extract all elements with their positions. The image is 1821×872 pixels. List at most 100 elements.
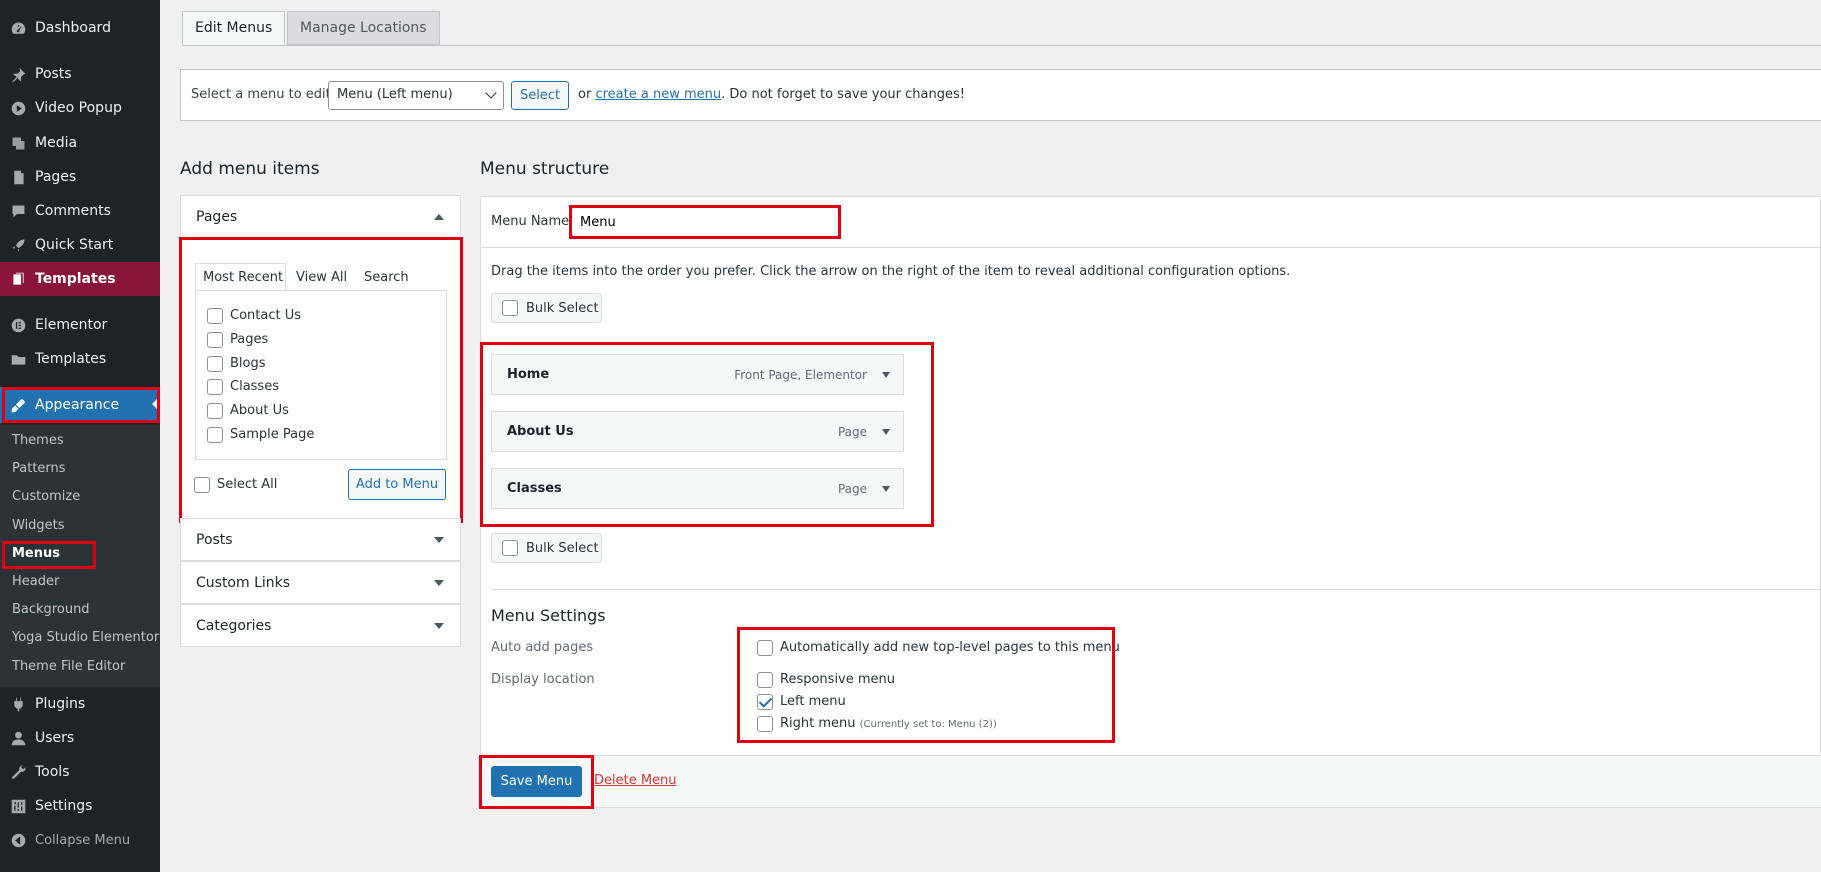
page-label: Contact Us (230, 308, 301, 323)
menu-select-dropdown[interactable]: Menu (Left menu) (328, 81, 504, 110)
sidebar-item-comments[interactable]: Comments (0, 194, 160, 228)
tab-view-all[interactable]: View All (296, 270, 347, 285)
tab-manage-locations[interactable]: Manage Locations (287, 11, 440, 45)
menu-item-home[interactable]: Home Front Page, Elementor (491, 354, 904, 395)
select-all-label: Select All (217, 477, 278, 492)
item-expand-arrow-icon[interactable] (882, 486, 890, 492)
posts-accordion-title: Posts (196, 531, 233, 548)
collapse-icon (9, 831, 27, 849)
sidebar-item-label: Appearance (35, 397, 120, 413)
submenu-item-yoga-studio-elementor[interactable]: Yoga Studio Elementor (12, 630, 159, 645)
page-checkbox-classes[interactable] (207, 379, 223, 395)
page-checkbox-about-us[interactable] (207, 403, 223, 419)
page-checkbox-contact-us[interactable] (207, 308, 223, 324)
sidebar-item-users[interactable]: Users (0, 721, 160, 755)
page-label: Classes (230, 379, 279, 394)
pin-icon (9, 65, 27, 83)
custom-links-accordion-title: Custom Links (196, 574, 291, 591)
bulk-select-checkbox (502, 300, 518, 316)
sidebar-item-quick-start[interactable]: Quick Start (0, 228, 160, 262)
menu-name-input[interactable] (571, 207, 839, 237)
bulk-select-button-top[interactable]: Bulk Select (491, 293, 602, 323)
pages-accordion-header[interactable]: Pages (180, 195, 461, 239)
sidebar-item-media[interactable]: Media (0, 126, 160, 160)
bulk-select-label: Bulk Select (526, 301, 599, 316)
sidebar-item-posts[interactable]: Posts (0, 57, 160, 91)
sidebar-item-pages[interactable]: Pages (0, 160, 160, 194)
menu-item-type: Page (837, 425, 867, 439)
sidebar-item-settings[interactable]: Settings (0, 789, 160, 823)
menu-select-value: Menu (Left menu) (337, 87, 453, 102)
delete-menu-link[interactable]: Delete Menu (594, 773, 677, 788)
sidebar-item-plugins[interactable]: Plugins (0, 687, 160, 721)
menu-footer (481, 756, 1821, 807)
auto-add-checkbox[interactable] (757, 640, 773, 656)
item-expand-arrow-icon[interactable] (882, 372, 890, 378)
tab-edit-menus[interactable]: Edit Menus (182, 11, 286, 45)
sidebar-item-elementor[interactable]: Elementor (0, 308, 160, 342)
location-right-checkbox[interactable] (757, 716, 773, 732)
select-all-checkbox[interactable] (194, 477, 210, 493)
submenu-item-patterns[interactable]: Patterns (12, 461, 66, 476)
save-menu-button[interactable]: Save Menu (491, 766, 582, 797)
dashboard-icon (9, 19, 27, 37)
sidebar-collapse-menu[interactable]: Collapse Menu (0, 823, 160, 857)
chevron-up-icon (434, 214, 444, 220)
page-checkbox-blogs[interactable] (207, 356, 223, 372)
sidebar-item-templates[interactable]: Templates (0, 342, 160, 376)
create-new-menu-link[interactable]: create a new menu (595, 87, 721, 102)
tab-most-recent[interactable]: Most Recent (195, 263, 286, 291)
custom-links-accordion-header[interactable]: Custom Links (180, 561, 461, 604)
location-left-checkbox[interactable] (757, 694, 773, 710)
sidebar-item-templates-active[interactable]: Templates (0, 262, 160, 296)
sidebar-item-video-popup[interactable]: Video Popup (0, 91, 160, 125)
location-label: Responsive menu (780, 672, 896, 687)
menu-item-type: Page (837, 482, 867, 496)
current-menu-arrow (152, 396, 160, 412)
play-icon (9, 99, 27, 117)
auto-add-option-label: Automatically add new top-level pages to… (780, 640, 1120, 655)
submenu-item-menus[interactable]: Menus (12, 546, 60, 561)
posts-accordion-header[interactable]: Posts (180, 518, 461, 561)
settings-icon (9, 797, 27, 815)
bulk-select-button-bottom[interactable]: Bulk Select (491, 533, 602, 563)
page-checkbox-pages[interactable] (207, 332, 223, 348)
location-label: Left menu (780, 694, 846, 709)
submenu-item-header[interactable]: Header (12, 574, 59, 589)
sidebar-item-dashboard[interactable]: Dashboard (0, 11, 160, 45)
elementor-icon (9, 316, 27, 334)
sidebar-item-appearance[interactable]: Appearance (0, 387, 160, 423)
save-reminder-text: . Do not forget to save your changes! (721, 87, 965, 102)
submenu-item-background[interactable]: Background (12, 602, 90, 617)
submenu-item-customize[interactable]: Customize (12, 489, 80, 504)
item-expand-arrow-icon[interactable] (882, 429, 890, 435)
menu-item-classes[interactable]: Classes Page (491, 468, 904, 509)
add-menu-items-heading: Add menu items (180, 159, 320, 179)
add-to-menu-button[interactable]: Add to Menu (348, 469, 446, 500)
page-checkbox-sample-page[interactable] (207, 427, 223, 443)
categories-accordion-header[interactable]: Categories (180, 604, 461, 647)
menu-header-divider (481, 247, 1821, 248)
categories-accordion-title: Categories (196, 617, 272, 634)
rocket-icon (9, 236, 27, 254)
menu-item-about-us[interactable]: About Us Page (491, 411, 904, 452)
chevron-down-icon (434, 623, 444, 629)
or-text: or (578, 87, 592, 102)
tab-search[interactable]: Search (364, 270, 409, 285)
admin-sidebar: Dashboard Posts Video Popup Media Pages … (0, 0, 160, 872)
page-label: Pages (230, 332, 269, 347)
menu-item-title: About Us (507, 424, 574, 439)
submenu-item-themes[interactable]: Themes (12, 433, 64, 448)
location-label: Right menu (780, 716, 856, 731)
select-button[interactable]: Select (511, 81, 569, 110)
folder-icon (9, 350, 27, 368)
sidebar-item-tools[interactable]: Tools (0, 755, 160, 789)
submenu-item-widgets[interactable]: Widgets (12, 518, 65, 533)
sidebar-item-label: Plugins (35, 696, 86, 712)
location-responsive-checkbox[interactable] (757, 672, 773, 688)
chevron-down-icon (434, 580, 444, 586)
submenu-item-theme-file-editor[interactable]: Theme File Editor (12, 659, 125, 674)
tab-most-recent-label: Most Recent (203, 270, 284, 285)
drag-instructions: Drag the items into the order you prefer… (491, 264, 1291, 279)
select-bar-text: or create a new menu. Do not forget to s… (578, 87, 965, 102)
